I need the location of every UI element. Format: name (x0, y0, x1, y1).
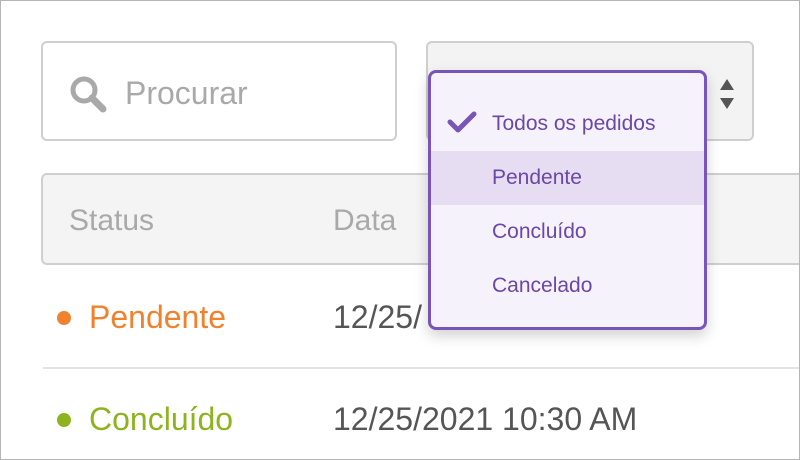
column-header-status[interactable]: Status (69, 201, 154, 241)
dropdown-option-cancelled[interactable]: Cancelado (431, 259, 704, 313)
dropdown-option-pending[interactable]: Pendente (431, 151, 704, 205)
dropdown-option-completed[interactable]: Concluído (431, 205, 704, 259)
search-placeholder: Procurar (125, 75, 248, 111)
search-input[interactable]: Procurar (41, 41, 397, 141)
dropdown-option-all[interactable]: Todos os pedidos (431, 97, 704, 151)
column-header-date[interactable]: Data (333, 201, 396, 241)
status-dot (57, 413, 71, 427)
sort-arrows-icon (720, 79, 734, 109)
search-icon (70, 76, 107, 113)
order-date: 12/25/ (333, 299, 422, 335)
status-dropdown-menu: Todos os pedidos Pendente Concluído Canc… (428, 70, 707, 330)
dropdown-option-label: Pendente (492, 166, 582, 189)
status-dot (57, 311, 71, 325)
check-icon (447, 111, 477, 133)
row-divider (43, 367, 799, 369)
orders-panel: Procurar Status Data Pendente 12/25/ Con… (0, 0, 800, 460)
dropdown-option-label: Todos os pedidos (492, 112, 656, 135)
table-row[interactable]: Concluído 12/25/2021 10:30 AM (43, 371, 799, 459)
status-label: Concluído (89, 401, 234, 437)
dropdown-option-label: Concluído (492, 220, 587, 243)
order-date: 12/25/2021 10:30 AM (333, 401, 638, 437)
status-label: Pendente (89, 299, 227, 335)
dropdown-option-label: Cancelado (492, 274, 593, 297)
